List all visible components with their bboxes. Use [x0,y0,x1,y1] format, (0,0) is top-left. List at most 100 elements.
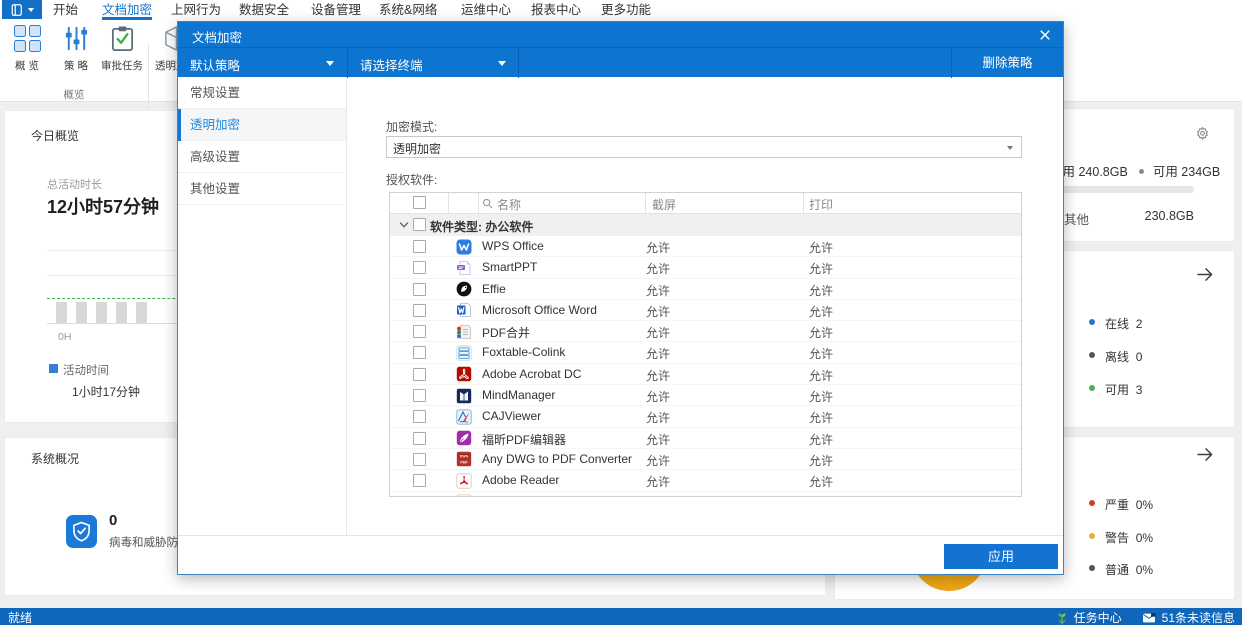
legend-item-text: 警告 0% [1105,529,1153,546]
ribbon-button-overview[interactable]: 概 览 [3,23,51,89]
menu-item[interactable]: 更多功能 [601,0,651,20]
app-icon [456,366,472,382]
app-icon [456,345,472,361]
software-row[interactable]: WPS Office 允许 允许 [390,236,1021,257]
activity-bar [96,302,107,323]
app-icon [456,473,472,489]
ribbon-button-approval[interactable]: 审批任务 [98,23,146,89]
row-checkbox[interactable] [413,346,426,359]
screenshot-permission: 允许 [646,239,670,256]
shield-check-icon [66,515,97,548]
encryption-mode-select[interactable]: 透明加密 [386,136,1022,158]
menu-item[interactable]: 开始 [53,0,78,20]
row-checkbox[interactable] [413,368,426,381]
overview-grid-icon [14,25,41,52]
app-icon [456,281,472,297]
sidebar-items: 常规设置 透明加密 高级设置 其他设置 [178,77,346,205]
download-sprout-icon [1056,611,1068,625]
software-row[interactable]: Microsoft Office Word 允许 允许 [390,300,1021,321]
software-row[interactable]: Effie 允许 允许 [390,279,1021,300]
menu-item-label: 报表中心 [531,3,581,17]
menu-item[interactable]: 运维中心 [461,0,511,20]
sidebar-item[interactable]: 常规设置 [178,77,346,109]
row-checkbox[interactable] [413,389,426,402]
print-column-header[interactable]: 打印 [809,196,833,213]
chevron-down-icon[interactable] [399,220,409,230]
row-checkbox[interactable] [413,453,426,466]
software-row[interactable]: 福昕PDF编辑器 允许 允许 [390,428,1021,449]
software-name: WPS Office [482,239,544,253]
dot-icon [1089,500,1095,506]
select-all-checkbox[interactable] [413,196,426,209]
policy-sliders-icon [63,25,90,52]
policy-dropdown[interactable]: 默认策略 [178,48,347,78]
software-row[interactable] [390,492,1021,497]
software-name: 福昕PDF编辑器 [482,431,566,448]
dot-icon [1089,352,1095,358]
software-row[interactable]: Any DWG to PDF Converter 允许 允许 [390,449,1021,470]
row-checkbox[interactable] [413,304,426,317]
menu-item-label: 上网行为 [171,3,221,17]
apply-button[interactable]: 应用 [944,544,1058,569]
menu-item[interactable]: 文档加密 [102,0,152,20]
group-checkbox[interactable] [413,218,426,231]
software-group-row[interactable]: 软件类型: 办公软件 [390,214,1021,236]
sidebar-item[interactable]: 高级设置 [178,141,346,173]
delete-policy-button[interactable]: 删除策略 [952,48,1063,78]
app-icon [456,239,472,255]
software-row[interactable]: CAJViewer 允许 允许 [390,406,1021,427]
app-icon [456,430,472,446]
dot-icon [1139,169,1144,174]
row-checkbox[interactable] [413,410,426,423]
print-permission: 允许 [809,303,833,320]
menu-item[interactable]: 报表中心 [531,0,581,20]
settings-gear-icon[interactable] [1195,126,1210,141]
menu-item[interactable]: 系统&网络 [379,0,437,20]
print-permission: 允许 [809,239,833,256]
row-checkbox[interactable] [413,432,426,445]
column-divider [645,193,646,214]
software-row[interactable]: Adobe Reader 允许 允许 [390,470,1021,491]
software-row[interactable]: Foxtable-Colink 允许 允许 [390,342,1021,363]
name-column-header[interactable]: 名称 [497,196,521,213]
app-logo-icon [10,3,25,17]
ribbon-button-policy[interactable]: 策 略 [52,23,100,89]
row-checkbox[interactable] [413,261,426,274]
terminal-dropdown[interactable]: 请选择终端 [348,48,518,78]
software-row[interactable]: SmartPPT 允许 允许 [390,257,1021,278]
column-divider [478,193,479,214]
row-checkbox[interactable] [413,474,426,487]
menu-item[interactable]: 设备管理 [311,0,361,20]
sidebar-item[interactable]: 其他设置 [178,173,346,205]
search-icon [482,198,493,209]
ribbon-button-label: 策 略 [64,58,88,73]
unread-messages-link[interactable]: 51条未读信息 [1162,609,1235,625]
go-arrow-icon[interactable] [1197,447,1214,462]
menu-item[interactable]: 数据安全 [239,0,289,20]
sidebar-item-label: 其他设置 [190,182,240,196]
row-checkbox[interactable] [413,283,426,296]
close-icon[interactable] [1037,27,1053,43]
row-checkbox[interactable] [413,240,426,253]
chevron-down-icon [498,61,506,66]
print-permission: 允许 [809,409,833,426]
menu-item[interactable]: 上网行为 [171,0,221,20]
software-row[interactable]: Adobe Acrobat DC 允许 允许 [390,364,1021,385]
menu-item-label: 开始 [53,3,78,17]
activity-bar [76,302,87,323]
storage-other-label: 其他 [1064,209,1089,228]
row-checkbox[interactable] [413,325,426,338]
software-row[interactable]: MindManager 允许 允许 [390,385,1021,406]
ribbon-button-label: 审批任务 [101,58,143,73]
task-center-link[interactable]: 任务中心 [1074,609,1122,625]
go-arrow-icon[interactable] [1197,267,1214,282]
status-bar: 就绪 任务中心 51条未读信息 [0,608,1242,625]
storage-other-value: 230.8GB [1145,209,1194,223]
row-checkbox[interactable] [413,496,426,497]
sidebar-item[interactable]: 透明加密 [178,109,346,141]
software-row[interactable]: PDF合并 允许 允许 [390,321,1021,342]
app-logo[interactable] [2,0,42,19]
software-name: SmartPPT [482,260,537,274]
menu-item-label: 系统&网络 [379,3,437,17]
screenshot-column-header[interactable]: 截屏 [652,196,676,213]
